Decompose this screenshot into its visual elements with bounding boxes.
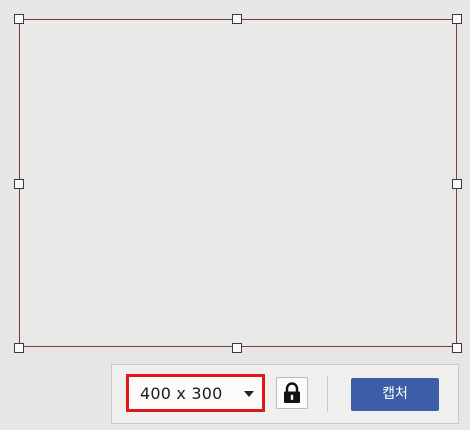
lock-icon xyxy=(284,382,300,403)
toolbar-divider xyxy=(327,376,328,412)
caret-down-icon xyxy=(244,391,254,397)
resize-handle-bottom-left[interactable] xyxy=(14,343,24,353)
capture-toolbar: 400 x 300 캡처 xyxy=(111,364,459,424)
capture-button[interactable]: 캡처 xyxy=(351,378,439,411)
resize-handle-top-right[interactable] xyxy=(452,14,462,24)
aspect-lock-button[interactable] xyxy=(276,377,308,409)
size-dropdown-value: 400 x 300 xyxy=(140,384,223,403)
resize-handle-middle-right[interactable] xyxy=(452,179,462,189)
size-dropdown[interactable]: 400 x 300 xyxy=(126,374,265,412)
resize-handle-bottom-center[interactable] xyxy=(232,343,242,353)
resize-handle-top-center[interactable] xyxy=(232,14,242,24)
capture-region[interactable] xyxy=(19,19,457,347)
resize-handle-top-left[interactable] xyxy=(14,14,24,24)
resize-handle-middle-left[interactable] xyxy=(14,179,24,189)
resize-handle-bottom-right[interactable] xyxy=(452,343,462,353)
